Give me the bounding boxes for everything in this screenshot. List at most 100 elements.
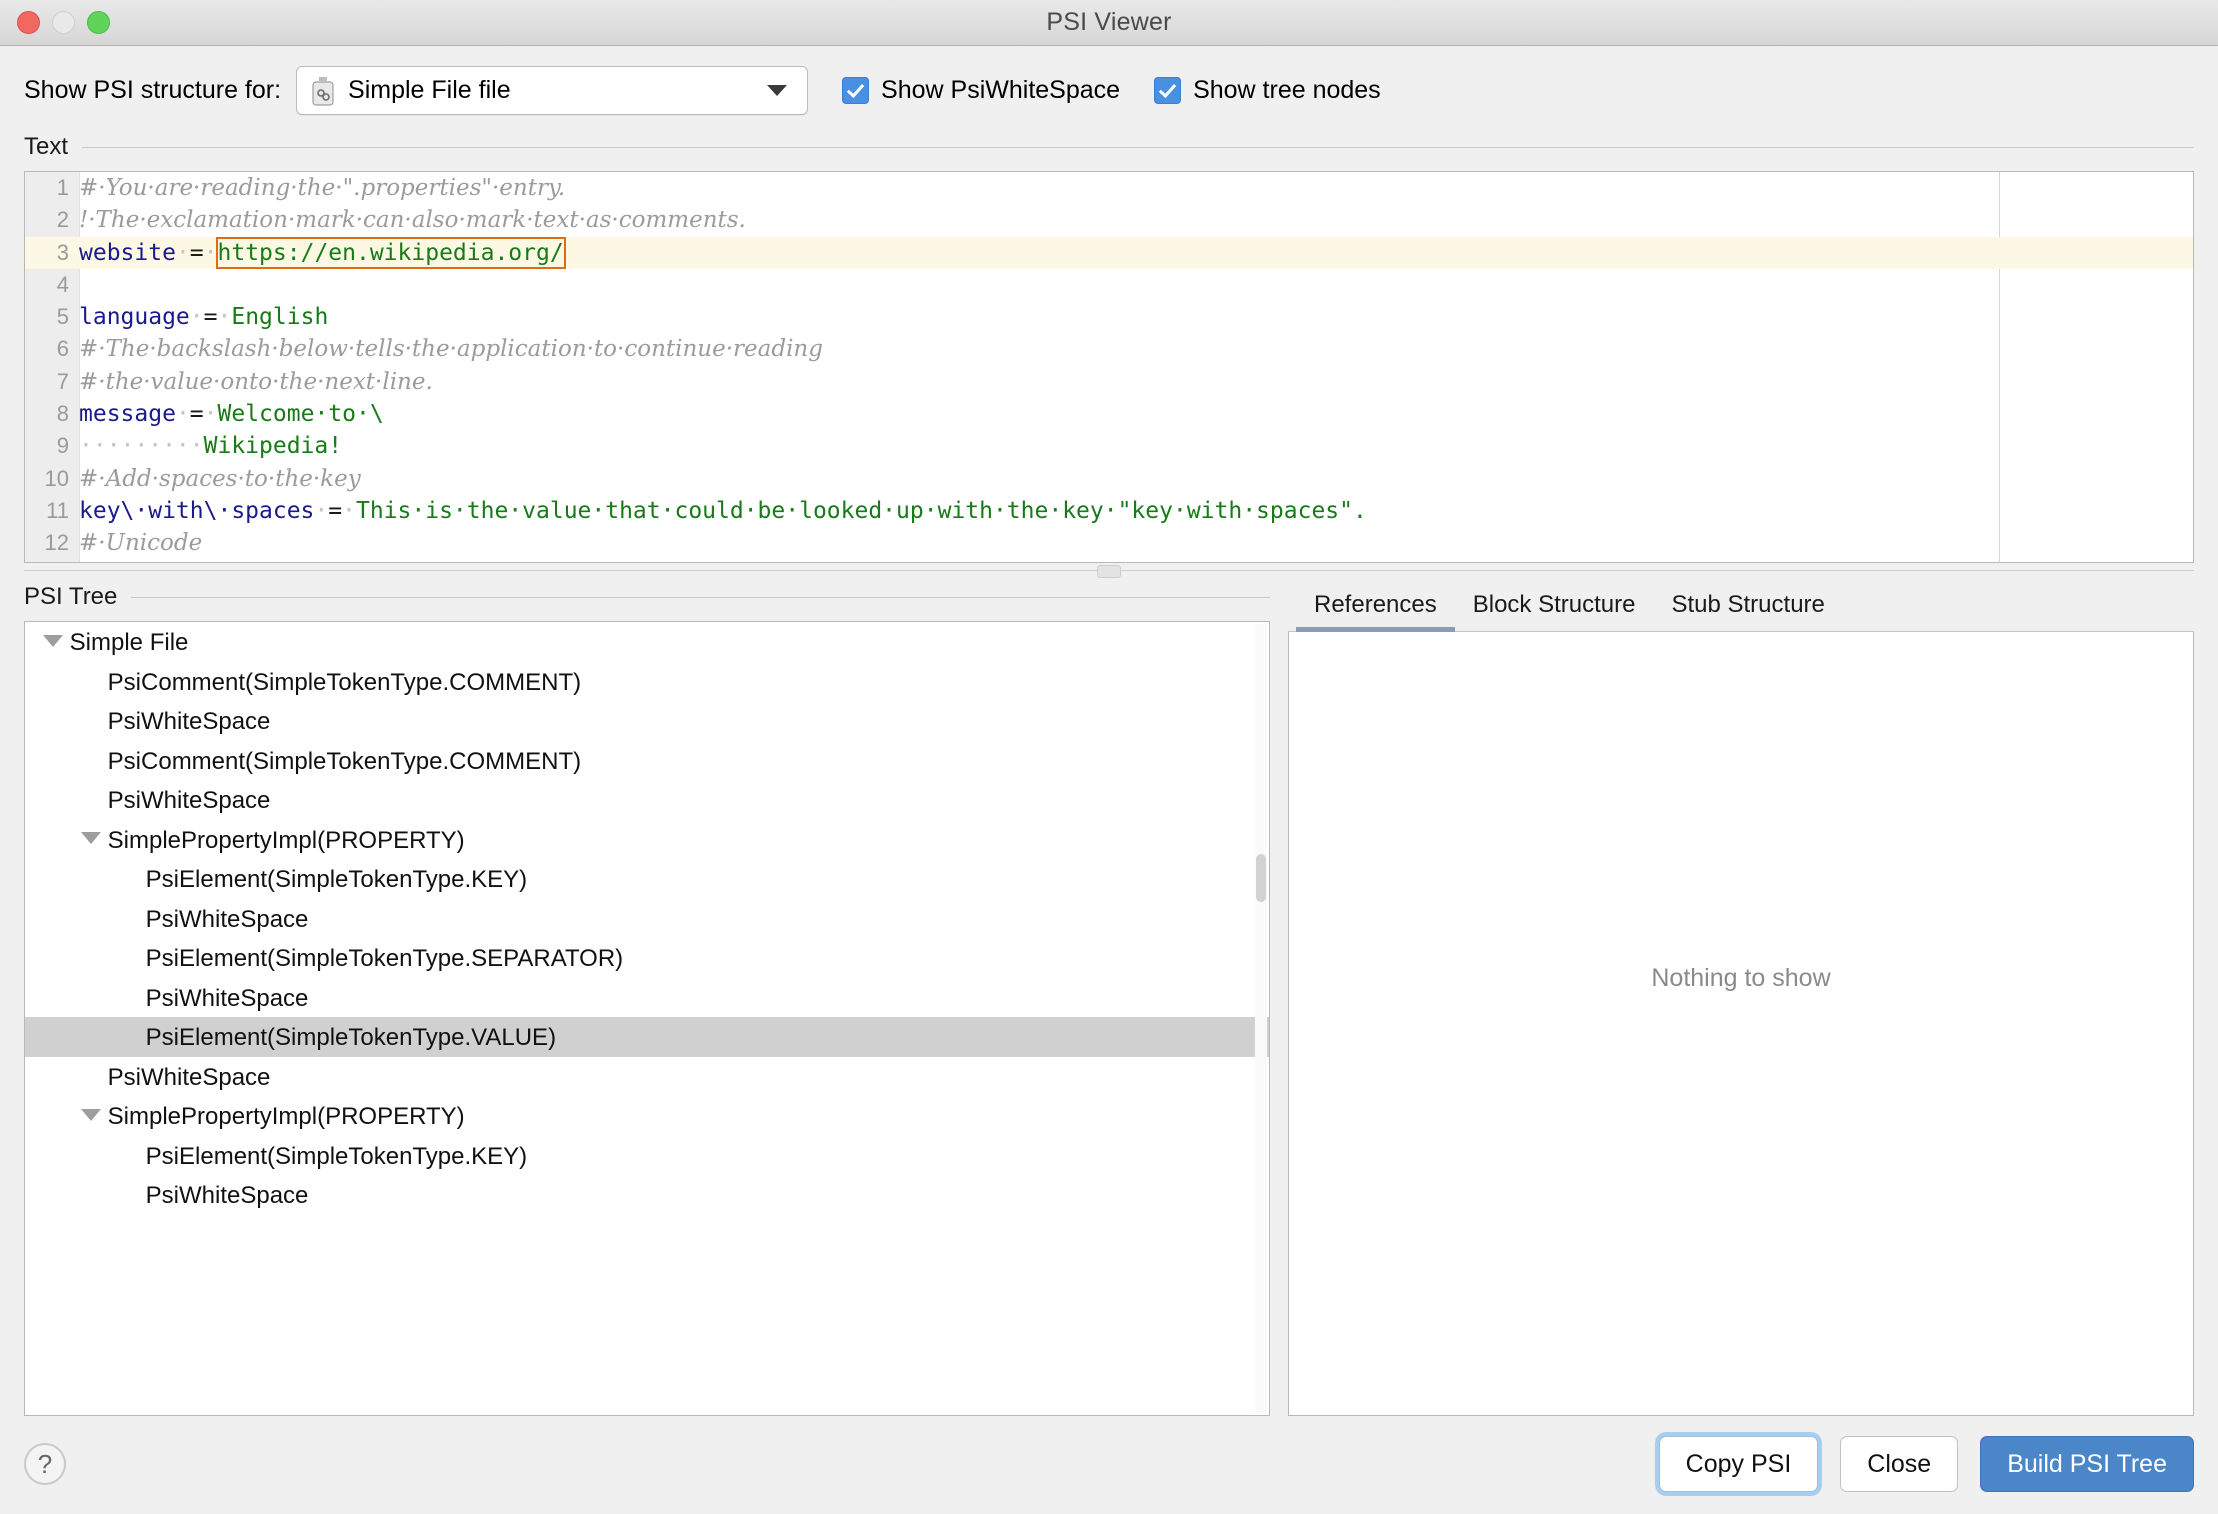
token-ws: · [203, 401, 218, 428]
editor-tree-splitter[interactable] [24, 563, 2194, 579]
editor-line[interactable]: 12 #·Unicode [25, 527, 2193, 559]
show-psi-structure-label: Show PSI structure for: [24, 76, 282, 104]
psi-tree-title: PSI Tree [24, 583, 118, 610]
token-comment: !·The·exclamation·mark·can·also·mark·tex… [79, 207, 746, 234]
token-val: Wikipedia! [203, 433, 343, 460]
triangle-down-icon[interactable] [81, 1108, 101, 1121]
line-number: 8 [56, 401, 69, 427]
tab-block-structure[interactable]: Block Structure [1455, 591, 1654, 631]
tree-row[interactable]: PsiWhiteSpace [25, 978, 1269, 1018]
token-key: language [79, 304, 190, 331]
text-group-divider [82, 146, 2194, 148]
editor-line[interactable]: 10 #·Add·spaces·to·the·key [25, 463, 2193, 495]
build-psi-tree-button[interactable]: Build PSI Tree [1980, 1436, 2194, 1492]
tree-row-label: PsiWhiteSpace [139, 984, 309, 1012]
tree-row[interactable]: PsiWhiteSpace [25, 780, 1269, 820]
token-comment: #·The·backslash·below·tells·the·applicat… [79, 336, 823, 363]
psi-tree-column: PSI Tree Simple File PsiComment(SimpleTo… [24, 579, 1270, 1416]
tree-row[interactable]: SimplePropertyImpl(PROPERTY) [25, 820, 1269, 860]
token-ws: · [203, 239, 218, 266]
editor-line[interactable]: 9 ·········Wikipedia! [25, 430, 2193, 462]
line-number: 2 [56, 207, 69, 233]
tree-row[interactable]: PsiComment(SimpleTokenType.COMMENT) [25, 662, 1269, 702]
show-tree-nodes-checkbox[interactable]: Show tree nodes [1154, 76, 1381, 105]
editor-line[interactable]: 7 #·the·value·onto·the·next·line. [25, 366, 2193, 398]
tree-row[interactable]: PsiComment(SimpleTokenType.COMMENT) [25, 741, 1269, 781]
line-source: #·You·are·reading·the·".properties"·entr… [79, 175, 565, 201]
token-comment: #·Unicode [79, 530, 203, 557]
tab-stub-structure[interactable]: Stub Structure [1653, 591, 1842, 631]
window-title: PSI Viewer [1046, 8, 1172, 36]
editor-line[interactable]: 5 language·=·English [25, 301, 2193, 333]
main-content: PSI Tree Simple File PsiComment(SimpleTo… [0, 579, 2218, 1416]
psi-tree-scrollbar[interactable] [1255, 624, 1267, 1413]
editor-line[interactable]: 3 website·=·https://en.wikipedia.org/ [25, 236, 2193, 269]
editor-viewport: 1 #·You·are·reading·the·".properties"·ent… [25, 172, 2193, 562]
editor-line[interactable]: 8 message·=·Welcome·to·\ [25, 398, 2193, 430]
tab-references[interactable]: References [1296, 591, 1455, 632]
line-number: 4 [56, 271, 69, 297]
line-source: message·=·Welcome·to·\ [79, 401, 384, 427]
psi-tree-scrollbar-thumb[interactable] [1256, 854, 1266, 902]
editor-line[interactable]: 6 #·The·backslash·below·tells·the·applica… [25, 333, 2193, 365]
line-number: 6 [56, 336, 69, 362]
help-button[interactable]: ? [24, 1443, 66, 1485]
tree-row[interactable]: PsiElement(SimpleTokenType.KEY) [25, 1136, 1269, 1176]
tree-row[interactable]: PsiWhiteSpace [25, 899, 1269, 939]
token-ws: ········· [79, 433, 204, 460]
show-tree-nodes-label: Show tree nodes [1193, 76, 1381, 104]
tree-row[interactable]: SimplePropertyImpl(PROPERTY) [25, 1096, 1269, 1136]
tree-row-label: SimplePropertyImpl(PROPERTY) [101, 826, 465, 854]
right-panel: References Block Structure Stub Structure … [1288, 579, 2194, 1416]
tree-row[interactable]: PsiElement(SimpleTokenType.VALUE) [25, 1017, 1269, 1057]
tree-row[interactable]: PsiElement(SimpleTokenType.KEY) [25, 859, 1269, 899]
editor-line[interactable]: 1 #·You·are·reading·the·".properties"·ent… [25, 172, 2193, 204]
footer-bar: ? Copy PSI Close Build PSI Tree [0, 1416, 2218, 1514]
triangle-down-icon[interactable] [81, 832, 101, 845]
tree-row-label: SimplePropertyImpl(PROPERTY) [101, 1102, 465, 1130]
tree-row-label: PsiWhiteSpace [101, 786, 271, 814]
token-eq: = [328, 497, 343, 524]
tree-row-label: PsiWhiteSpace [139, 905, 309, 933]
tree-row[interactable]: PsiWhiteSpace [25, 701, 1269, 741]
tree-row[interactable]: PsiWhiteSpace [25, 1057, 1269, 1097]
show-psiwhitespace-checkbox[interactable]: Show PsiWhiteSpace [842, 76, 1120, 105]
line-source: language·=·English [79, 304, 328, 330]
line-number: 5 [56, 304, 69, 330]
editor-line[interactable]: 11 key\·with\·spaces·=·This·is·the·value·… [25, 495, 2193, 527]
properties-file-icon [312, 76, 334, 106]
token-ws: · [189, 304, 204, 331]
tree-row-label: PsiElement(SimpleTokenType.KEY) [139, 1142, 528, 1170]
line-number: 9 [56, 433, 69, 459]
file-type-combobox[interactable]: Simple File file [296, 66, 809, 115]
tree-row[interactable]: PsiWhiteSpace [25, 1175, 1269, 1215]
token-ws: · [342, 497, 356, 524]
tree-row-label: Simple File [63, 628, 189, 656]
nothing-to-show-label: Nothing to show [1651, 964, 1831, 992]
token-key: website [79, 239, 176, 266]
psi-tree-rows: Simple File PsiComment(SimpleTokenType.C… [25, 622, 1269, 1215]
editor-line[interactable]: 4 [25, 269, 2193, 301]
token-val: English [231, 304, 329, 331]
show-psiwhitespace-label: Show PsiWhiteSpace [881, 76, 1121, 104]
psi-tree-panel[interactable]: Simple File PsiComment(SimpleTokenType.C… [24, 621, 1270, 1416]
tree-row-label: PsiWhiteSpace [101, 1063, 271, 1091]
tree-row[interactable]: PsiElement(SimpleTokenType.SEPARATOR) [25, 938, 1269, 978]
line-source: !·The·exclamation·mark·can·also·mark·tex… [79, 207, 746, 233]
tree-row[interactable]: Simple File [25, 622, 1269, 662]
token-val: This·is·the·value·that·could·be·looked·u… [355, 497, 1367, 524]
token-comment: #·You·are·reading·the·".properties"·entr… [79, 175, 566, 201]
tree-row-label: PsiElement(SimpleTokenType.VALUE) [139, 1023, 557, 1051]
token-key: key\·with\·spaces [79, 497, 315, 524]
text-editor[interactable]: 1 #·You·are·reading·the·".properties"·ent… [24, 171, 2194, 563]
line-number: 1 [56, 175, 69, 200]
splitter-grip[interactable] [1097, 565, 1121, 578]
file-type-combobox-value: Simple File file [348, 76, 511, 104]
copy-psi-button[interactable]: Copy PSI [1658, 1436, 1819, 1492]
token-val-selected: https://en.wikipedia.org/ [215, 236, 566, 269]
top-toolbar: Show PSI structure for: Simple File file… [0, 46, 2218, 129]
editor-line[interactable]: 2 !·The·exclamation·mark·can·also·mark·te… [25, 204, 2193, 236]
triangle-down-icon[interactable] [43, 634, 63, 647]
close-button[interactable]: Close [1840, 1436, 1959, 1492]
token-eq: = [203, 304, 218, 331]
